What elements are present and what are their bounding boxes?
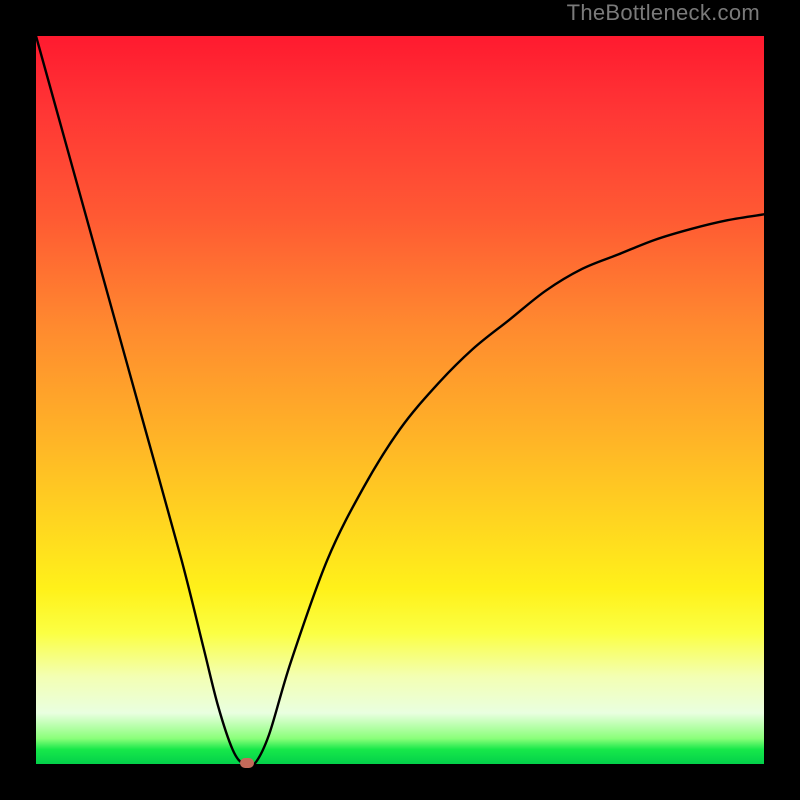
plot-area — [36, 36, 764, 764]
optimal-point-marker — [240, 758, 254, 768]
chart-frame: TheBottleneck.com — [0, 0, 800, 800]
watermark-text: TheBottleneck.com — [567, 0, 760, 26]
bottleneck-curve — [36, 36, 764, 764]
